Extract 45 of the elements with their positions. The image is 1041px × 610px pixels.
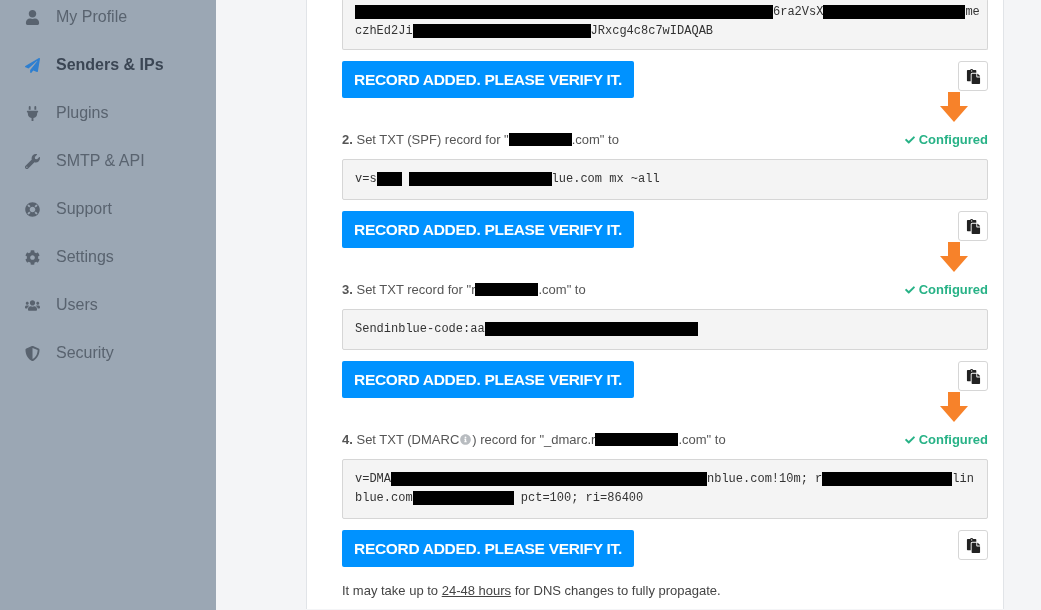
sidebar-item[interactable]: Senders & IPs <box>56 56 164 74</box>
plug-icon <box>24 105 40 121</box>
wrench-icon <box>24 153 40 169</box>
sidebar-item[interactable]: Settings <box>56 248 114 266</box>
record-text: blue.com pct=100; ri=86400 <box>355 489 645 507</box>
lifebuoy-icon <box>24 201 40 217</box>
verify-button[interactable]: RECORD ADDED. PLEASE VERIFY IT. <box>342 211 635 248</box>
footer-note: It may take up to 24-48 hours for DNS changes to fully propagate. <box>342 583 722 598</box>
step-heading: 2. Set TXT (SPF) record for " .com" to <box>342 132 619 147</box>
verify-button[interactable]: RECORD ADDED. PLEASE VERIFY IT. <box>342 61 635 98</box>
check-icon <box>904 284 915 295</box>
record-text: v=DMA nblue.com!10m; r lin <box>355 470 975 488</box>
sidebar-item[interactable]: Support <box>56 200 113 218</box>
verify-button[interactable]: RECORD ADDED. PLEASE VERIFY IT. <box>342 361 635 398</box>
sidebar-item[interactable]: Users <box>56 296 98 314</box>
copy-button[interactable] <box>958 61 988 91</box>
record-text: czhEd2Ji JRxcg4c8c7wIDAQAB <box>355 22 715 40</box>
sidebar-item[interactable]: Security <box>56 344 114 362</box>
step-heading: ) record for "_dmarc.r .com" to <box>472 432 726 447</box>
check-icon <box>904 134 915 145</box>
gear-icon <box>24 249 40 265</box>
copy-button[interactable] <box>958 211 988 241</box>
check-icon <box>904 434 915 445</box>
status-label: Configured <box>918 432 988 447</box>
user-icon <box>24 9 40 25</box>
clipboard-icon <box>965 68 981 84</box>
shield-icon <box>24 345 40 361</box>
status-label: Configured <box>918 282 988 297</box>
users-icon <box>24 297 40 313</box>
sidebar-item[interactable]: SMTP & API <box>56 152 145 170</box>
clipboard-icon <box>965 368 981 384</box>
step-heading: 3. Set TXT record for "r .com" to <box>342 282 586 297</box>
copy-button[interactable] <box>958 361 988 391</box>
record-text: Sendinblue-code:aa <box>355 320 975 339</box>
step-heading: 4. Set TXT (DMARC <box>342 432 460 447</box>
paper-plane-icon <box>24 57 40 73</box>
sidebar-item[interactable]: Plugins <box>56 104 109 122</box>
record-text: v=s lue.com mx ~all <box>355 170 661 188</box>
clipboard-icon <box>965 218 981 234</box>
copy-button[interactable] <box>958 530 988 560</box>
clipboard-icon <box>965 537 981 553</box>
hours-link[interactable]: 24-48 hours <box>441 583 512 598</box>
status-label: Configured <box>918 132 988 147</box>
sidebar-item[interactable]: My Profile <box>56 8 128 26</box>
verify-button[interactable]: RECORD ADDED. PLEASE VERIFY IT. <box>342 530 635 567</box>
